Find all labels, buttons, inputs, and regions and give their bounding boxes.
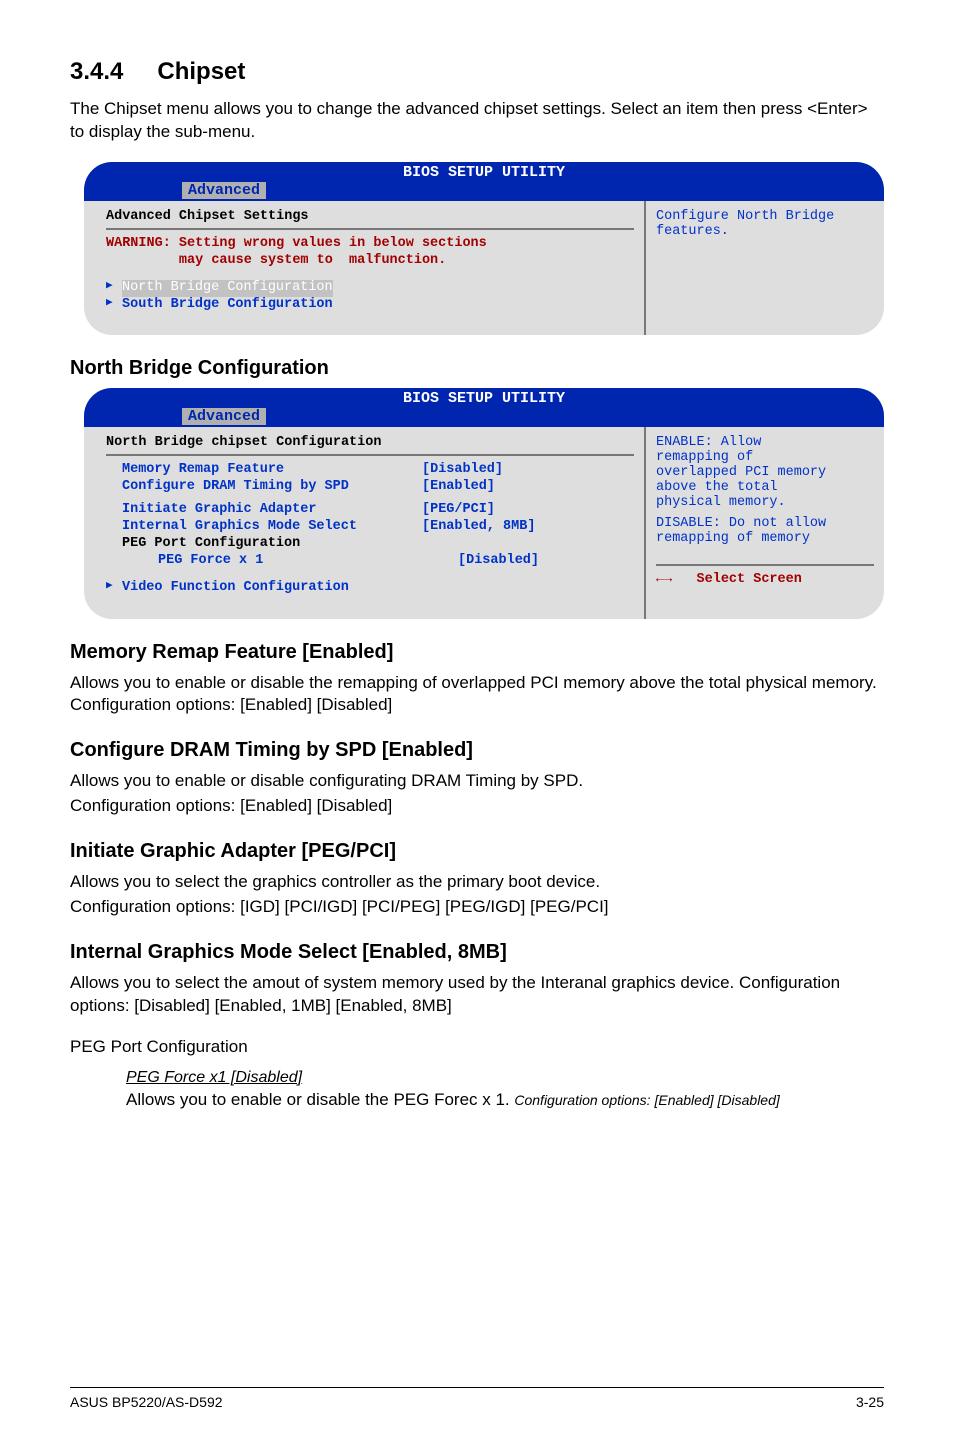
- peg-force-body-plain: Allows you to enable or disable the PEG …: [126, 1090, 514, 1109]
- opt-initiate-graphic[interactable]: Initiate Graphic Adapter[PEG/PCI]: [106, 502, 634, 519]
- panel-heading: Advanced Chipset Settings: [106, 209, 634, 224]
- footer-right: 3-25: [856, 1394, 884, 1410]
- warning-line-2: may cause system to malfunction.: [106, 253, 634, 270]
- peg-force-body-italic: Configuration options: [Enabled] [Disabl…: [514, 1092, 779, 1108]
- mrf-body: Allows you to enable or disable the rema…: [70, 672, 884, 718]
- opt-peg-port-header: PEG Port Configuration: [106, 536, 634, 553]
- opt-peg-force-x1[interactable]: PEG Force x 1[Disabled]: [106, 553, 634, 570]
- menu-label: North Bridge Configuration: [122, 280, 333, 297]
- nav-hint: ←→ Select Screen: [656, 572, 874, 587]
- bios-title: BIOS SETUP UTILITY: [84, 388, 884, 407]
- bios-panel-north-bridge: BIOS SETUP UTILITY Advanced North Bridge…: [84, 388, 884, 618]
- menu-label: Video Function Configuration: [122, 580, 349, 597]
- help-line: DISABLE: Do not allow: [656, 516, 874, 531]
- peg-force-body: Allows you to enable or disable the PEG …: [126, 1089, 884, 1112]
- north-bridge-heading: North Bridge Configuration: [70, 357, 884, 380]
- opt-memory-remap[interactable]: Memory Remap Feature[Disabled]: [106, 462, 634, 479]
- help-line: above the total: [656, 480, 874, 495]
- option-label: Initiate Graphic Adapter: [122, 502, 422, 519]
- section-title: Chipset: [157, 58, 245, 85]
- section-heading: 3.4.4 Chipset: [70, 58, 884, 86]
- tab-advanced[interactable]: Advanced: [182, 182, 266, 199]
- bios-tab-bar: Advanced: [84, 407, 884, 427]
- arrow-lr-icon: ←→: [656, 572, 672, 587]
- iga-body2: Configuration options: [IGD] [PCI/IGD] […: [70, 896, 884, 919]
- option-value: [Enabled, 8MB]: [422, 519, 535, 536]
- iga-heading: Initiate Graphic Adapter [PEG/PCI]: [70, 840, 884, 863]
- warning-line-1: WARNING: Setting wrong values in below s…: [106, 236, 634, 253]
- page-footer: ASUS BP5220/AS-D592 3-25: [70, 1387, 884, 1410]
- mrf-heading: Memory Remap Feature [Enabled]: [70, 641, 884, 664]
- option-label: PEG Force x 1: [122, 553, 458, 570]
- menu-label: South Bridge Configuration: [122, 297, 333, 314]
- option-label: PEG Port Configuration: [122, 536, 422, 553]
- bios-panel-chipset: BIOS SETUP UTILITY Advanced Advanced Chi…: [84, 162, 884, 336]
- bios-tab-bar: Advanced: [84, 181, 884, 201]
- divider: [656, 564, 874, 566]
- help-line: remapping of memory: [656, 531, 874, 546]
- help-panel: Configure North Bridge features.: [644, 201, 884, 336]
- dram-heading: Configure DRAM Timing by SPD [Enabled]: [70, 739, 884, 762]
- help-line: remapping of: [656, 450, 874, 465]
- footer-left: ASUS BP5220/AS-D592: [70, 1394, 223, 1410]
- bios-title: BIOS SETUP UTILITY: [84, 162, 884, 181]
- help-line: physical memory.: [656, 495, 874, 510]
- opt-dram-timing[interactable]: Configure DRAM Timing by SPD[Enabled]: [106, 479, 634, 496]
- opt-internal-graphics[interactable]: Internal Graphics Mode Select[Enabled, 8…: [106, 519, 634, 536]
- menu-item-south-bridge[interactable]: South Bridge Configuration: [106, 297, 634, 314]
- dram-body2: Configuration options: [Enabled] [Disabl…: [70, 795, 884, 818]
- section-number: 3.4.4: [70, 58, 123, 85]
- option-value: [PEG/PCI]: [422, 502, 495, 519]
- divider: [106, 228, 634, 230]
- menu-item-north-bridge[interactable]: North Bridge Configuration: [106, 280, 634, 297]
- help-line: overlapped PCI memory: [656, 465, 874, 480]
- panel-heading: North Bridge chipset Configuration: [106, 435, 634, 450]
- igms-body: Allows you to select the amout of system…: [70, 972, 884, 1018]
- peg-force-subheading: PEG Force x1 [Disabled]: [126, 1069, 884, 1087]
- divider: [106, 454, 634, 456]
- dram-body1: Allows you to enable or disable configur…: [70, 770, 884, 793]
- option-value: [Enabled]: [422, 479, 495, 496]
- intro-text: The Chipset menu allows you to change th…: [70, 98, 884, 144]
- help-text: Configure North Bridge features.: [656, 209, 834, 239]
- help-panel: ENABLE: Allow remapping of overlapped PC…: [644, 427, 884, 618]
- option-label: Configure DRAM Timing by SPD: [122, 479, 422, 496]
- option-label: Memory Remap Feature: [122, 462, 422, 479]
- nav-text: Select Screen: [697, 572, 802, 587]
- help-line: ENABLE: Allow: [656, 435, 874, 450]
- igms-heading: Internal Graphics Mode Select [Enabled, …: [70, 941, 884, 964]
- iga-body1: Allows you to select the graphics contro…: [70, 871, 884, 894]
- menu-item-video-function[interactable]: Video Function Configuration: [106, 580, 634, 597]
- option-value: [Disabled]: [422, 462, 503, 479]
- peg-port-heading: PEG Port Configuration: [70, 1036, 884, 1059]
- option-label: Internal Graphics Mode Select: [122, 519, 422, 536]
- tab-advanced[interactable]: Advanced: [182, 408, 266, 425]
- option-value: [Disabled]: [458, 553, 539, 570]
